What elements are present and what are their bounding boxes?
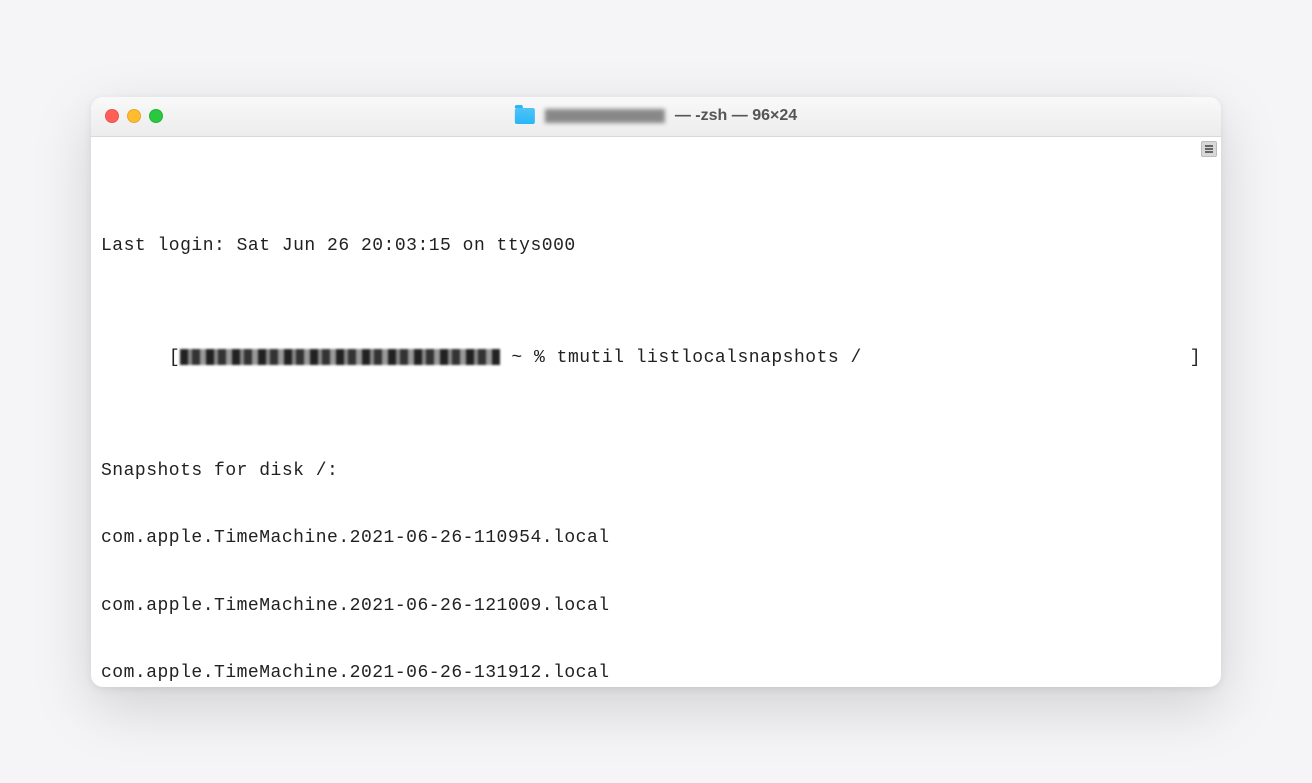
close-button[interactable] [105, 109, 119, 123]
command-1: tmutil listlocalsnapshots / [557, 348, 862, 368]
terminal-window: xxxxxxxxx — -zsh — 96×24 Last login: Sat… [91, 97, 1221, 687]
redacted-user-host [180, 349, 500, 365]
bracket-close: ] [1190, 347, 1201, 370]
snapshot-line: com.apple.TimeMachine.2021-06-26-131912.… [101, 662, 1211, 685]
snapshot-line: com.apple.TimeMachine.2021-06-26-121009.… [101, 595, 1211, 618]
snapshots-header: Snapshots for disk /: [101, 460, 1211, 483]
prompt-symbol: ~ % [500, 348, 557, 368]
window-title: xxxxxxxxx — -zsh — 96×24 [515, 107, 797, 125]
scroll-indicator-icon[interactable] [1201, 141, 1217, 157]
prompt-line-1: [ ~ % tmutil listlocalsnapshots /] [101, 325, 1211, 393]
title-suffix: — -zsh — 96×24 [675, 107, 797, 125]
zoom-button[interactable] [149, 109, 163, 123]
titlebar: xxxxxxxxx — -zsh — 96×24 [91, 97, 1221, 137]
folder-icon [515, 108, 535, 124]
last-login-line: Last login: Sat Jun 26 20:03:15 on ttys0… [101, 235, 1211, 258]
bracket-open: [ [169, 348, 180, 368]
traffic-lights [91, 109, 163, 123]
terminal-body[interactable]: Last login: Sat Jun 26 20:03:15 on ttys0… [91, 137, 1221, 687]
snapshot-line: com.apple.TimeMachine.2021-06-26-110954.… [101, 527, 1211, 550]
minimize-button[interactable] [127, 109, 141, 123]
redacted-path: xxxxxxxxx [545, 109, 665, 123]
